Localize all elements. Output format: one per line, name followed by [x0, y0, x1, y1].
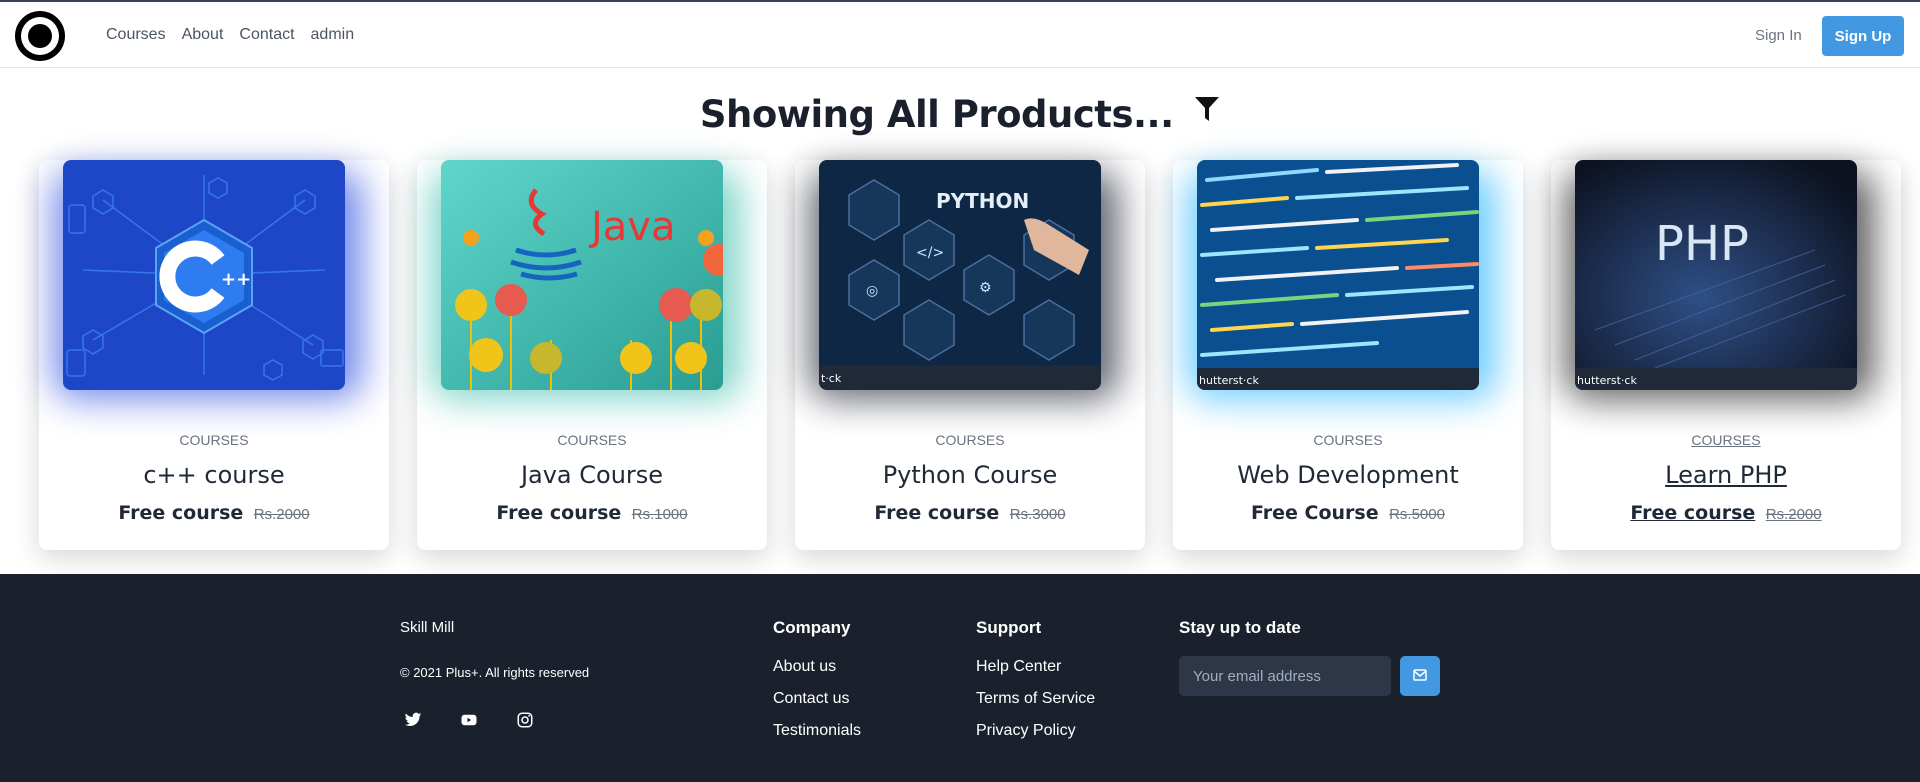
price-label: Free course	[118, 502, 244, 524]
footer-copyright: © 2021 Plus+. All rights reserved	[400, 665, 590, 680]
svg-text:PHP: PHP	[1655, 216, 1749, 272]
course-card[interactable]: ++ COURSES c++ course Free course Rs.200…	[39, 160, 389, 550]
logo-icon[interactable]	[15, 11, 65, 61]
svg-text:PYTHON: PYTHON	[936, 189, 1029, 213]
twitter-icon[interactable]	[404, 711, 422, 729]
footer-link-help-center[interactable]: Help Center	[976, 658, 1095, 676]
sign-in-link[interactable]: Sign In	[1755, 27, 1802, 44]
card-price: Free course Rs.2000	[1551, 502, 1901, 524]
footer-link-terms[interactable]: Terms of Service	[976, 690, 1095, 708]
nav-links: Courses About Contact admin	[106, 2, 354, 68]
footer-company-column: Company About us Contact us Testimonials	[773, 618, 861, 754]
code-screen-image: hutterst·ck	[1197, 160, 1479, 390]
footer-brand: Skill Mill	[400, 619, 455, 636]
svg-text:++: ++	[221, 269, 251, 290]
navbar: Courses About Contact admin Sign In Sign…	[0, 0, 1920, 68]
svg-text:◎: ◎	[866, 283, 878, 299]
card-title[interactable]: c++ course	[39, 461, 389, 489]
card-price: Free course Rs.1000	[417, 502, 767, 524]
course-card[interactable]: PHP hutterst·ck COURSES Learn PHP Free c…	[1551, 160, 1901, 550]
page-heading: Showing All Products...	[0, 93, 1920, 136]
old-price: Rs.2000	[253, 506, 310, 523]
php-laptop-image: PHP hutterst·ck	[1575, 160, 1857, 390]
footer-support-column: Support Help Center Terms of Service Pri…	[976, 618, 1095, 754]
footer-company-heading: Company	[773, 618, 851, 637]
footer-link-testimonials[interactable]: Testimonials	[773, 722, 861, 740]
course-card[interactable]: hutterst·ck COURSES Web Development Free…	[1173, 160, 1523, 550]
java-banner-image: Java	[441, 160, 723, 390]
newsletter-heading: Stay up to date	[1179, 618, 1301, 637]
nav-link-courses[interactable]: Courses	[106, 26, 166, 44]
card-category: COURSES	[557, 432, 627, 448]
card-price: Free course Rs.2000	[39, 502, 389, 524]
svg-text:⚙: ⚙	[979, 280, 992, 296]
footer-newsletter-column: Stay up to date	[1179, 618, 1301, 658]
email-field[interactable]	[1179, 656, 1391, 696]
price-label: Free Course	[1251, 502, 1379, 524]
footer-support-heading: Support	[976, 618, 1042, 637]
card-category: COURSES	[935, 432, 1005, 448]
card-title[interactable]: Web Development	[1173, 461, 1523, 489]
old-price: Rs.5000	[1389, 506, 1445, 523]
mail-send-icon	[1413, 668, 1427, 684]
course-card[interactable]: Java COURSES Java Course Free course Rs.…	[417, 160, 767, 550]
page-title: Showing All Products...	[699, 93, 1174, 136]
nav-link-about[interactable]: About	[182, 26, 224, 44]
nav-link-contact[interactable]: Contact	[239, 26, 294, 44]
card-category: COURSES	[179, 432, 249, 448]
svg-text:hutterst·ck: hutterst·ck	[1577, 374, 1637, 387]
card-category: COURSES	[1691, 432, 1761, 448]
old-price: Rs.2000	[1765, 506, 1822, 523]
svg-text:</>: </>	[916, 245, 944, 261]
price-label: Free course	[874, 502, 1000, 524]
nav-link-admin[interactable]: admin	[311, 26, 355, 44]
price-label: Free course	[1630, 502, 1756, 524]
python-touchscreen-image: PYTHON </> ⚙ ◎ t·ck	[819, 160, 1101, 390]
instagram-icon[interactable]	[516, 711, 534, 729]
footer-link-contact-us[interactable]: Contact us	[773, 690, 861, 708]
footer: Skill Mill © 2021 Plus+. All rights rese…	[0, 574, 1920, 782]
card-title[interactable]: Python Course	[795, 461, 1145, 489]
newsletter-send-button[interactable]	[1400, 656, 1440, 696]
youtube-icon[interactable]	[460, 711, 478, 729]
card-price: Free Course Rs.5000	[1173, 502, 1523, 524]
svg-text:t·ck: t·ck	[821, 372, 842, 385]
svg-text:Java: Java	[588, 204, 676, 250]
sign-up-button[interactable]: Sign Up	[1822, 16, 1904, 56]
footer-link-about-us[interactable]: About us	[773, 658, 861, 676]
social-links	[404, 711, 534, 729]
card-category: COURSES	[1313, 432, 1383, 448]
card-title[interactable]: Java Course	[417, 461, 767, 489]
price-label: Free course	[496, 502, 622, 524]
svg-text:hutterst·ck: hutterst·ck	[1199, 374, 1259, 387]
old-price: Rs.3000	[1009, 506, 1066, 523]
card-title[interactable]: Learn PHP	[1551, 461, 1901, 489]
footer-link-privacy[interactable]: Privacy Policy	[976, 722, 1095, 740]
cpp-logo-image: ++	[63, 160, 345, 390]
card-price: Free course Rs.3000	[795, 502, 1145, 524]
filter-icon[interactable]	[1194, 95, 1220, 123]
course-card[interactable]: PYTHON </> ⚙ ◎ t·ck COURSES Python Course …	[795, 160, 1145, 550]
old-price: Rs.1000	[631, 506, 688, 523]
